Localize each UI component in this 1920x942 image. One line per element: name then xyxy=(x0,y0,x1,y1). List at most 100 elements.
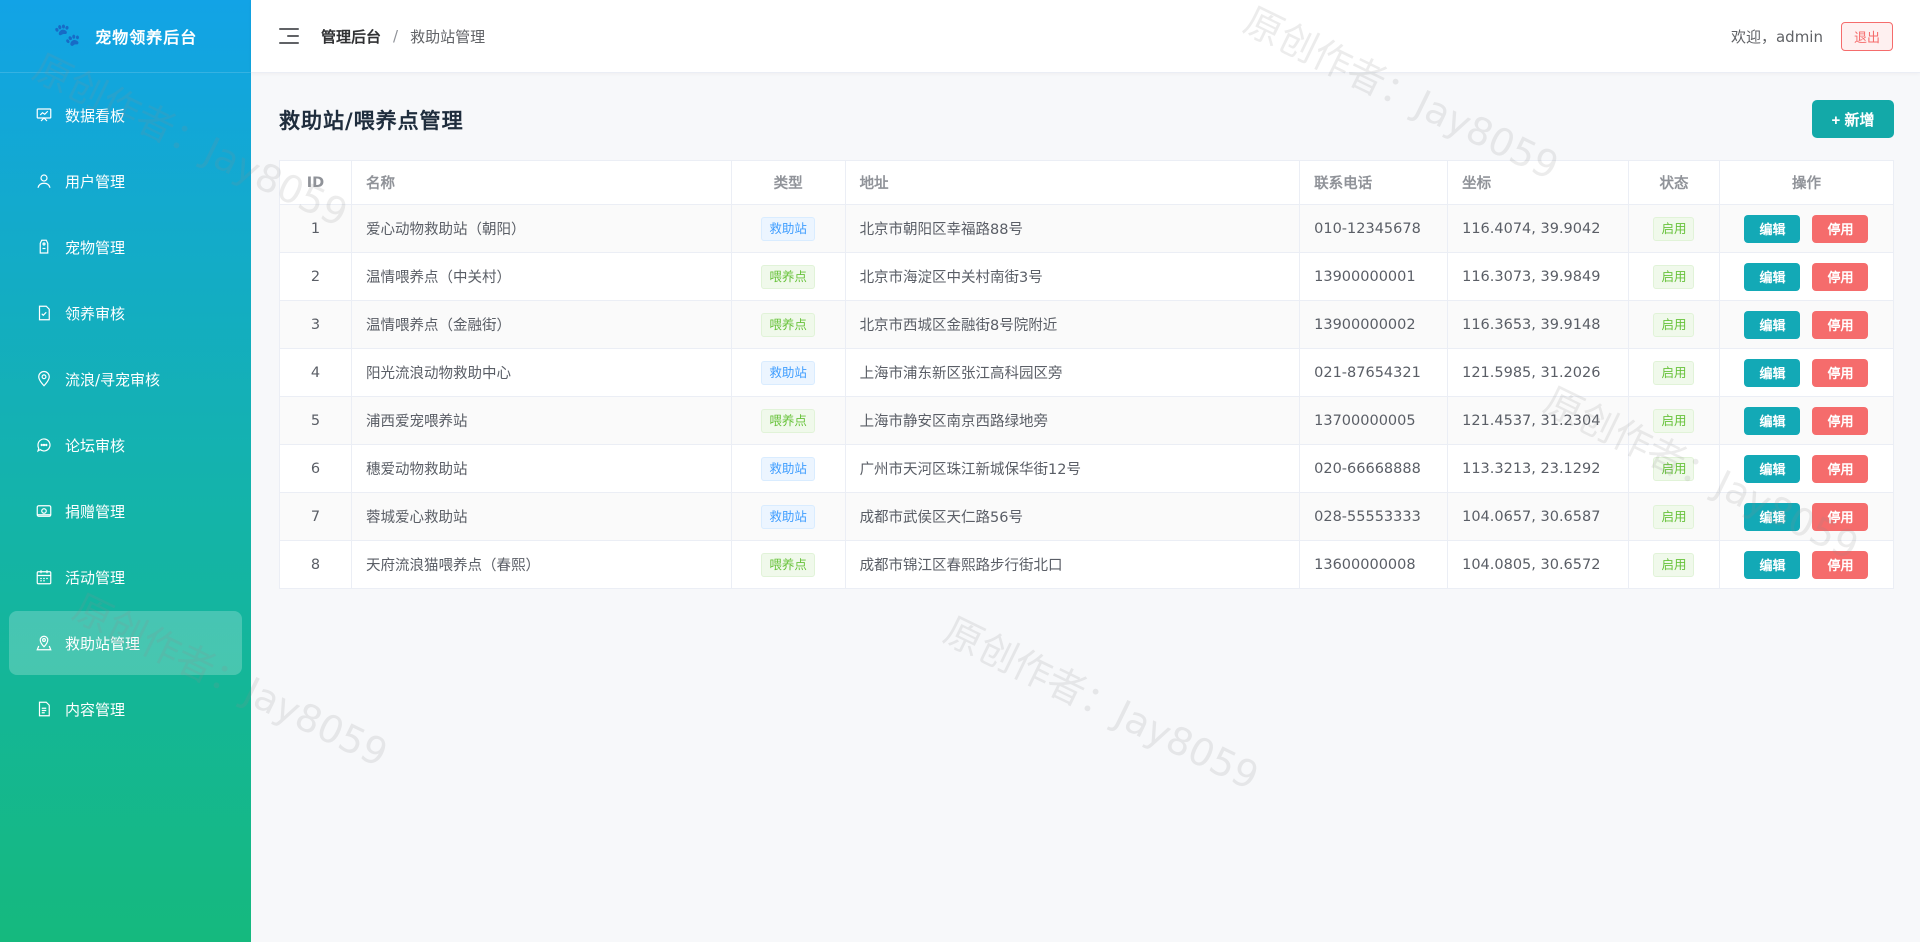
menu-toggle-icon[interactable] xyxy=(279,28,299,44)
disable-button[interactable]: 停用 xyxy=(1812,310,1869,339)
edit-button[interactable]: 编辑 xyxy=(1744,550,1801,579)
edit-button[interactable]: 编辑 xyxy=(1744,454,1801,483)
cell-coord: 104.0657, 30.6587 xyxy=(1447,492,1629,541)
edit-button[interactable]: 编辑 xyxy=(1744,262,1801,291)
disable-button[interactable]: 停用 xyxy=(1812,358,1869,387)
cell-type: 救助站 xyxy=(730,492,846,541)
sidebar-item-pets[interactable]: 宠物管理 xyxy=(9,215,242,279)
sidebar-item-donations[interactable]: 捐赠管理 xyxy=(9,479,242,543)
cell-id: 1 xyxy=(279,204,352,253)
type-badge: 喂养点 xyxy=(761,408,815,433)
cell-coord: 121.4537, 31.2304 xyxy=(1447,396,1629,445)
cell-coord: 116.3653, 39.9148 xyxy=(1447,300,1629,349)
paw-icon: 🐾 xyxy=(53,23,82,48)
row-actions: 编辑 停用 xyxy=(1734,550,1879,579)
breadcrumb-root[interactable]: 管理后台 xyxy=(321,26,381,47)
cell-phone: 13900000001 xyxy=(1299,252,1449,301)
stations-table: ID 名称 类型 地址 联系电话 坐标 状态 操作 1 爱心动物救助站（朝阳） 救助… xyxy=(279,160,1895,589)
column-header-coord: 坐标 xyxy=(1447,160,1629,205)
sidebar-item-label: 活动管理 xyxy=(65,568,126,587)
calendar-icon xyxy=(36,570,52,585)
status-badge: 启用 xyxy=(1653,408,1695,433)
cell-phone: 13600000008 xyxy=(1299,540,1449,589)
brand[interactable]: 🐾 宠物领养后台 xyxy=(0,0,251,73)
cell-status: 启用 xyxy=(1628,252,1720,301)
sidebar-item-forum-review[interactable]: 论坛审核 xyxy=(9,413,242,477)
table-row: 8 天府流浪猫喂养点（春熙） 喂养点 成都市锦江区春熙路步行街北口 1360000000… xyxy=(279,540,1895,589)
add-station-button[interactable]: + 新增 xyxy=(1812,100,1894,138)
edit-button[interactable]: 编辑 xyxy=(1744,214,1801,243)
cell-type: 救助站 xyxy=(730,348,846,397)
disable-button[interactable]: 停用 xyxy=(1812,406,1869,435)
main-content: 救助站/喂养点管理 + 新增 ID 名称 类型 地址 联系电话 坐标 状态 操作… xyxy=(251,0,1920,942)
disable-button[interactable]: 停用 xyxy=(1812,454,1869,483)
sidebar-item-label: 流浪/寻宠审核 xyxy=(65,370,161,389)
cell-phone: 010-12345678 xyxy=(1299,204,1449,253)
cell-id: 7 xyxy=(279,492,352,541)
sidebar-item-dashboard[interactable]: 数据看板 xyxy=(9,83,242,147)
cell-actions: 编辑 停用 xyxy=(1718,204,1895,253)
type-badge: 喂养点 xyxy=(761,264,815,289)
sidebar-item-stray-review[interactable]: 流浪/寻宠审核 xyxy=(9,347,242,411)
edit-button[interactable]: 编辑 xyxy=(1744,406,1801,435)
cell-phone: 021-87654321 xyxy=(1299,348,1449,397)
sidebar-item-content[interactable]: 内容管理 xyxy=(9,677,242,741)
sidebar: 🐾 宠物领养后台 数据看板 用户管理 宠物管理 领养审核 流浪/寻宠审核 论坛审… xyxy=(0,0,251,942)
edit-button[interactable]: 编辑 xyxy=(1744,502,1801,531)
sidebar-item-adoption-review[interactable]: 领养审核 xyxy=(9,281,242,345)
cell-coord: 116.3073, 39.9849 xyxy=(1447,252,1629,301)
column-header-name: 名称 xyxy=(350,160,732,205)
table-row: 2 温情喂养点（中关村） 喂养点 北京市海淀区中关村南街3号 13900000001 11… xyxy=(279,252,1895,301)
edit-button[interactable]: 编辑 xyxy=(1744,358,1801,387)
disable-button[interactable]: 停用 xyxy=(1812,550,1869,579)
row-actions: 编辑 停用 xyxy=(1734,406,1879,435)
disable-button[interactable]: 停用 xyxy=(1812,214,1869,243)
cell-type: 喂养点 xyxy=(730,300,846,349)
cell-status: 启用 xyxy=(1628,300,1720,349)
location-icon xyxy=(38,370,50,387)
disable-button[interactable]: 停用 xyxy=(1812,502,1869,531)
cell-address: 北京市海淀区中关村南街3号 xyxy=(844,252,1301,301)
cell-name: 阳光流浪动物救助中心 xyxy=(350,348,732,397)
watermark: 原创作者：Jay8059 xyxy=(937,608,1266,799)
brand-title: 宠物领养后台 xyxy=(95,28,198,47)
type-badge: 救助站 xyxy=(761,456,815,481)
disable-button[interactable]: 停用 xyxy=(1812,262,1869,291)
document-check-icon xyxy=(38,305,50,321)
cell-address: 北京市西城区金融街8号院附近 xyxy=(844,300,1301,349)
sidebar-item-rescue-stations[interactable]: 救助站管理 xyxy=(9,611,242,675)
row-actions: 编辑 停用 xyxy=(1734,262,1879,291)
cell-coord: 113.3213, 23.1292 xyxy=(1447,444,1629,493)
dashboard-icon xyxy=(36,108,52,122)
sidebar-item-label: 捐赠管理 xyxy=(65,502,126,521)
cell-name: 温情喂养点（金融街） xyxy=(350,300,732,349)
sidebar-item-label: 领养审核 xyxy=(65,304,126,323)
status-badge: 启用 xyxy=(1653,264,1695,289)
column-header-status: 状态 xyxy=(1628,160,1720,205)
column-header-type: 类型 xyxy=(730,160,846,205)
cell-type: 喂养点 xyxy=(730,540,846,589)
sidebar-menu: 数据看板 用户管理 宠物管理 领养审核 流浪/寻宠审核 论坛审核 捐赠管理 活动… xyxy=(0,73,251,741)
status-badge: 启用 xyxy=(1653,504,1695,529)
sidebar-item-events[interactable]: 活动管理 xyxy=(9,545,242,609)
cell-id: 5 xyxy=(279,396,352,445)
cell-actions: 编辑 停用 xyxy=(1718,492,1895,541)
column-header-address: 地址 xyxy=(844,160,1301,205)
map-pin-icon xyxy=(36,635,52,651)
status-badge: 启用 xyxy=(1653,552,1695,577)
type-badge: 救助站 xyxy=(761,504,815,529)
sidebar-item-users[interactable]: 用户管理 xyxy=(9,149,242,213)
breadcrumb: 管理后台 / 救助站管理 xyxy=(321,26,485,47)
status-badge: 启用 xyxy=(1653,216,1695,241)
type-badge: 喂养点 xyxy=(761,552,815,577)
edit-button[interactable]: 编辑 xyxy=(1744,310,1801,339)
cell-actions: 编辑 停用 xyxy=(1718,252,1895,301)
tag-icon xyxy=(39,239,49,254)
cell-type: 救助站 xyxy=(730,204,846,253)
cell-id: 2 xyxy=(279,252,352,301)
cell-id: 6 xyxy=(279,444,352,493)
sidebar-item-label: 用户管理 xyxy=(65,172,126,191)
logout-button[interactable]: 退出 xyxy=(1840,21,1893,51)
column-header-id: ID xyxy=(279,160,352,205)
table-row: 6 穗爱动物救助站 救助站 广州市天河区珠江新城保华街12号 020-66668888 1… xyxy=(279,444,1895,493)
